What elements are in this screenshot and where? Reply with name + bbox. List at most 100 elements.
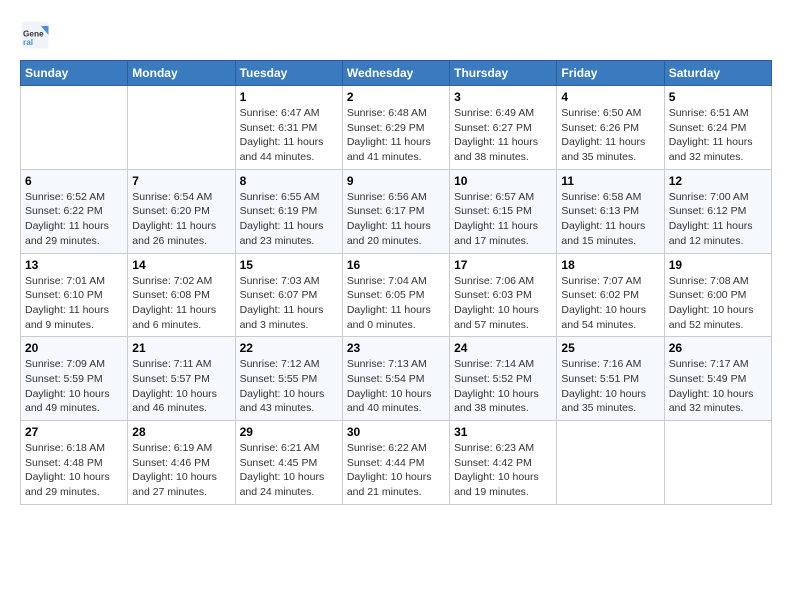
calendar-cell: 2Sunrise: 6:48 AMSunset: 6:29 PMDaylight…: [342, 86, 449, 170]
calendar-cell: 3 Sunrise: 6:49 AMSunset: 6:27 PMDaylight…: [450, 86, 557, 170]
calendar-cell: 31 Sunrise: 6:23 AMSunset: 4:42 PMDayligh…: [450, 421, 557, 505]
day-info: Sunrise: 6:23 AMSunset: 4:42 PMDaylight:…: [454, 441, 552, 500]
day-number: 19: [669, 258, 767, 272]
day-info: Sunrise: 6:49 AMSunset: 6:27 PMDaylight:…: [454, 106, 552, 165]
day-info: Sunrise: 6:58 AMSunset: 6:13 PMDaylight:…: [561, 190, 659, 249]
calendar-cell: 26 Sunrise: 7:17 AMSunset: 5:49 PMDayligh…: [664, 337, 771, 421]
calendar-cell: 4 Sunrise: 6:50 AMSunset: 6:26 PMDaylight…: [557, 86, 664, 170]
calendar-cell: 24Sunrise: 7:14 AMSunset: 5:52 PMDayligh…: [450, 337, 557, 421]
calendar-week-5: 27 Sunrise: 6:18 AMSunset: 4:48 PMDayligh…: [21, 421, 772, 505]
calendar-cell: 19 Sunrise: 7:08 AMSunset: 6:00 PMDayligh…: [664, 253, 771, 337]
day-info: Sunrise: 6:19 AMSunset: 4:46 PMDaylight:…: [132, 441, 230, 500]
day-number: 7: [132, 174, 230, 188]
calendar-cell: 1 Sunrise: 6:47 AMSunset: 6:31 PMDaylight…: [235, 86, 342, 170]
calendar-cell: [664, 421, 771, 505]
calendar-cell: 6Sunrise: 6:52 AMSunset: 6:22 PMDaylight…: [21, 169, 128, 253]
calendar-cell: 21 Sunrise: 7:11 AMSunset: 5:57 PMDayligh…: [128, 337, 235, 421]
day-number: 25: [561, 341, 659, 355]
logo-icon: Gene ral: [20, 20, 50, 50]
calendar-cell: [557, 421, 664, 505]
day-info: Sunrise: 7:16 AMSunset: 5:51 PMDaylight:…: [561, 357, 659, 416]
day-info: Sunrise: 7:14 AMSunset: 5:52 PMDaylight:…: [454, 357, 552, 416]
weekday-header-saturday: Saturday: [664, 61, 771, 86]
day-number: 5: [669, 90, 767, 104]
calendar-week-1: 1 Sunrise: 6:47 AMSunset: 6:31 PMDaylight…: [21, 86, 772, 170]
logo: Gene ral: [20, 20, 54, 50]
day-info: Sunrise: 6:54 AMSunset: 6:20 PMDaylight:…: [132, 190, 230, 249]
day-number: 2: [347, 90, 445, 104]
weekday-header-monday: Monday: [128, 61, 235, 86]
calendar-cell: 5 Sunrise: 6:51 AMSunset: 6:24 PMDaylight…: [664, 86, 771, 170]
calendar-cell: 11 Sunrise: 6:58 AMSunset: 6:13 PMDayligh…: [557, 169, 664, 253]
calendar-cell: 23 Sunrise: 7:13 AMSunset: 5:54 PMDayligh…: [342, 337, 449, 421]
calendar-cell: 25 Sunrise: 7:16 AMSunset: 5:51 PMDayligh…: [557, 337, 664, 421]
day-number: 26: [669, 341, 767, 355]
day-number: 21: [132, 341, 230, 355]
calendar-cell: 14Sunrise: 7:02 AMSunset: 6:08 PMDayligh…: [128, 253, 235, 337]
day-info: Sunrise: 7:07 AMSunset: 6:02 PMDaylight:…: [561, 274, 659, 333]
day-number: 30: [347, 425, 445, 439]
day-number: 28: [132, 425, 230, 439]
day-info: Sunrise: 7:08 AMSunset: 6:00 PMDaylight:…: [669, 274, 767, 333]
day-number: 23: [347, 341, 445, 355]
header: Gene ral: [20, 20, 772, 50]
day-number: 13: [25, 258, 123, 272]
day-number: 20: [25, 341, 123, 355]
day-number: 18: [561, 258, 659, 272]
day-info: Sunrise: 7:13 AMSunset: 5:54 PMDaylight:…: [347, 357, 445, 416]
calendar-cell: 18 Sunrise: 7:07 AMSunset: 6:02 PMDayligh…: [557, 253, 664, 337]
calendar-cell: 17Sunrise: 7:06 AMSunset: 6:03 PMDayligh…: [450, 253, 557, 337]
calendar-cell: 7 Sunrise: 6:54 AMSunset: 6:20 PMDaylight…: [128, 169, 235, 253]
day-info: Sunrise: 6:50 AMSunset: 6:26 PMDaylight:…: [561, 106, 659, 165]
day-number: 6: [25, 174, 123, 188]
calendar-cell: 10 Sunrise: 6:57 AMSunset: 6:15 PMDayligh…: [450, 169, 557, 253]
day-info: Sunrise: 7:00 AMSunset: 6:12 PMDaylight:…: [669, 190, 767, 249]
day-info: Sunrise: 7:12 AMSunset: 5:55 PMDaylight:…: [240, 357, 338, 416]
day-info: Sunrise: 7:17 AMSunset: 5:49 PMDaylight:…: [669, 357, 767, 416]
day-info: Sunrise: 6:57 AMSunset: 6:15 PMDaylight:…: [454, 190, 552, 249]
day-info: Sunrise: 6:22 AMSunset: 4:44 PMDaylight:…: [347, 441, 445, 500]
day-number: 1: [240, 90, 338, 104]
calendar-week-3: 13Sunrise: 7:01 AMSunset: 6:10 PMDayligh…: [21, 253, 772, 337]
day-info: Sunrise: 6:18 AMSunset: 4:48 PMDaylight:…: [25, 441, 123, 500]
day-info: Sunrise: 6:56 AMSunset: 6:17 PMDaylight:…: [347, 190, 445, 249]
day-number: 15: [240, 258, 338, 272]
weekday-header-tuesday: Tuesday: [235, 61, 342, 86]
calendar-week-4: 20 Sunrise: 7:09 AMSunset: 5:59 PMDayligh…: [21, 337, 772, 421]
day-number: 31: [454, 425, 552, 439]
calendar-cell: [128, 86, 235, 170]
weekday-header-wednesday: Wednesday: [342, 61, 449, 86]
calendar-cell: 29Sunrise: 6:21 AMSunset: 4:45 PMDayligh…: [235, 421, 342, 505]
calendar-cell: 28 Sunrise: 6:19 AMSunset: 4:46 PMDayligh…: [128, 421, 235, 505]
day-info: Sunrise: 7:11 AMSunset: 5:57 PMDaylight:…: [132, 357, 230, 416]
day-number: 14: [132, 258, 230, 272]
day-number: 22: [240, 341, 338, 355]
calendar-cell: [21, 86, 128, 170]
weekday-header-friday: Friday: [557, 61, 664, 86]
calendar-cell: 20 Sunrise: 7:09 AMSunset: 5:59 PMDayligh…: [21, 337, 128, 421]
day-info: Sunrise: 7:04 AMSunset: 6:05 PMDaylight:…: [347, 274, 445, 333]
day-info: Sunrise: 6:47 AMSunset: 6:31 PMDaylight:…: [240, 106, 338, 165]
calendar-table: SundayMondayTuesdayWednesdayThursdayFrid…: [20, 60, 772, 505]
svg-text:ral: ral: [23, 38, 33, 47]
day-info: Sunrise: 7:06 AMSunset: 6:03 PMDaylight:…: [454, 274, 552, 333]
day-number: 9: [347, 174, 445, 188]
calendar-cell: 15Sunrise: 7:03 AMSunset: 6:07 PMDayligh…: [235, 253, 342, 337]
calendar-cell: 16 Sunrise: 7:04 AMSunset: 6:05 PMDayligh…: [342, 253, 449, 337]
day-info: Sunrise: 6:55 AMSunset: 6:19 PMDaylight:…: [240, 190, 338, 249]
day-info: Sunrise: 7:09 AMSunset: 5:59 PMDaylight:…: [25, 357, 123, 416]
calendar-cell: 22 Sunrise: 7:12 AMSunset: 5:55 PMDayligh…: [235, 337, 342, 421]
day-number: 16: [347, 258, 445, 272]
day-info: Sunrise: 6:51 AMSunset: 6:24 PMDaylight:…: [669, 106, 767, 165]
day-number: 4: [561, 90, 659, 104]
day-number: 10: [454, 174, 552, 188]
day-number: 12: [669, 174, 767, 188]
day-number: 8: [240, 174, 338, 188]
day-info: Sunrise: 6:21 AMSunset: 4:45 PMDaylight:…: [240, 441, 338, 500]
weekday-header-sunday: Sunday: [21, 61, 128, 86]
day-number: 11: [561, 174, 659, 188]
day-number: 3: [454, 90, 552, 104]
calendar-cell: 9 Sunrise: 6:56 AMSunset: 6:17 PMDaylight…: [342, 169, 449, 253]
calendar-cell: 30 Sunrise: 6:22 AMSunset: 4:44 PMDayligh…: [342, 421, 449, 505]
day-number: 27: [25, 425, 123, 439]
